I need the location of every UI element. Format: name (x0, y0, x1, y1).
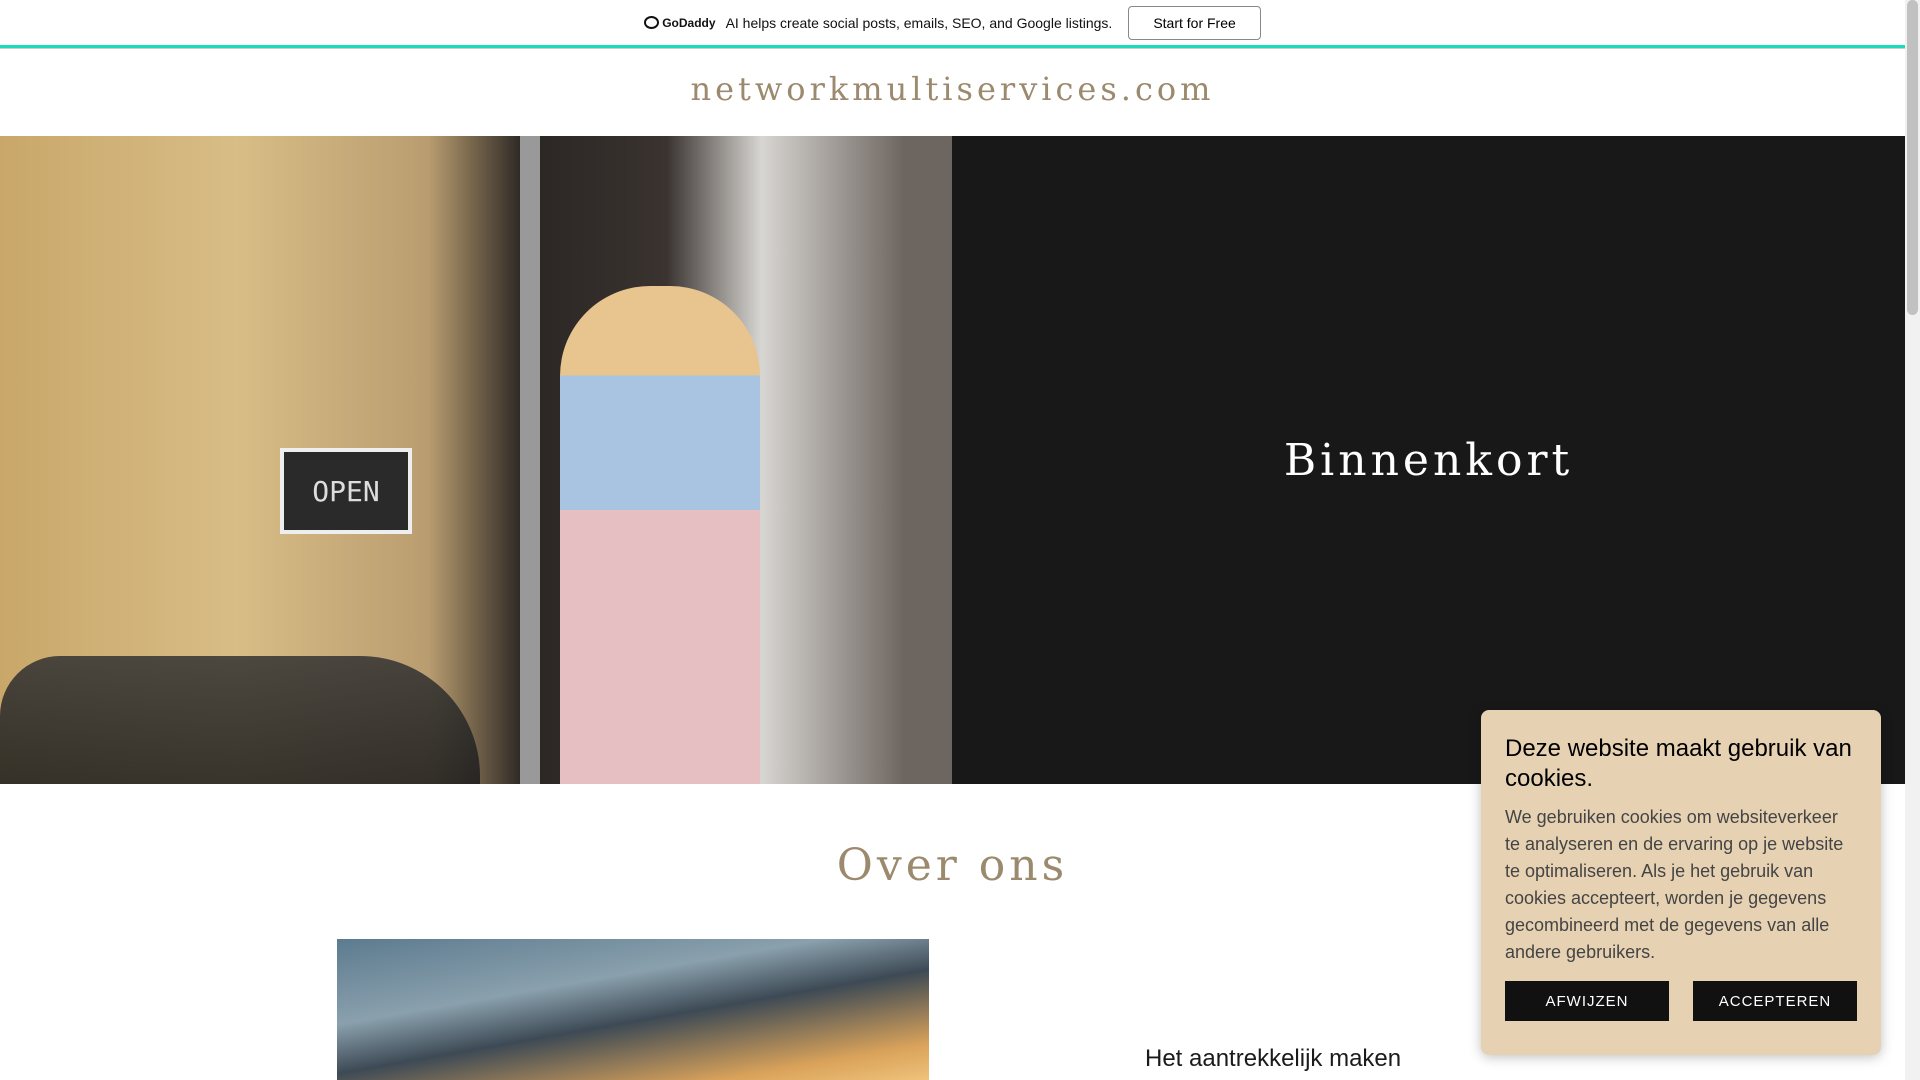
promo-bar: GoDaddy AI helps create social posts, em… (0, 0, 1905, 45)
cookie-banner: Deze website maakt gebruik van cookies. … (1481, 710, 1881, 1055)
accept-cookies-button[interactable]: ACCEPTEREN (1693, 981, 1857, 1021)
scrollbar[interactable] (1905, 0, 1920, 1080)
hero-text-panel: Binnenkort (952, 136, 1905, 784)
hero-image: OPEN (0, 136, 952, 784)
promo-text: AI helps create social posts, emails, SE… (725, 14, 1113, 31)
site-title[interactable]: networkmultiservices.com (0, 70, 1905, 108)
photo-car (0, 656, 480, 784)
hero-section: OPEN Binnenkort (0, 136, 1905, 784)
photo-person (560, 286, 760, 784)
cookie-body: We gebruiken cookies om websiteverkeer t… (1505, 807, 1844, 962)
godaddy-logo-icon (644, 16, 660, 29)
scrollbar-thumb[interactable] (1907, 0, 1918, 315)
cookie-title: Deze website maakt gebruik van cookies. (1505, 735, 1852, 792)
photo-open-sign: OPEN (280, 448, 412, 534)
photo-door (520, 136, 540, 784)
hero-heading: Binnenkort (1283, 434, 1574, 486)
godaddy-brand: GoDaddy (662, 15, 716, 30)
godaddy-logo: GoDaddy (644, 15, 716, 30)
start-for-free-button[interactable]: Start for Free (1128, 5, 1261, 40)
about-image (337, 939, 929, 1080)
promo-divider (0, 45, 1905, 49)
feature-title: Het aantrekkelijk maken (1145, 1045, 1402, 1072)
decline-cookies-button[interactable]: AFWIJZEN (1505, 981, 1669, 1021)
